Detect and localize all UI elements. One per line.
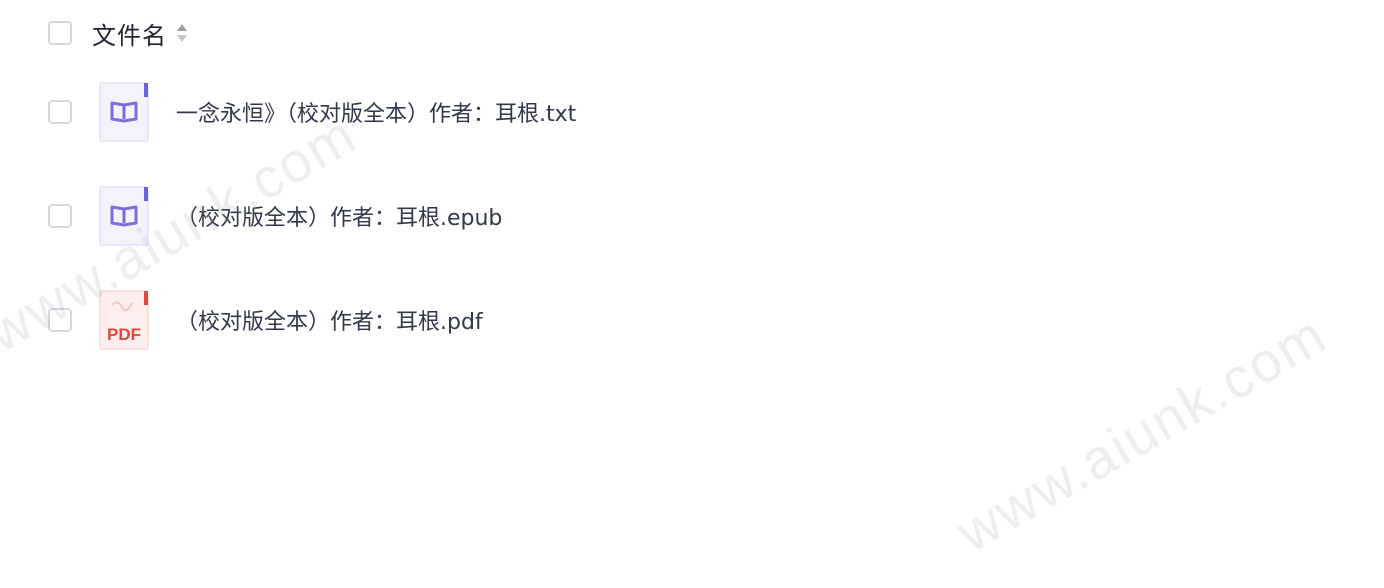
file-name[interactable]: （校对版全本）作者：耳根.pdf bbox=[176, 304, 483, 336]
filename-column-header[interactable]: 文件名 bbox=[92, 16, 167, 51]
file-checkbox[interactable] bbox=[48, 100, 72, 124]
pdf-icon: PDF bbox=[98, 289, 150, 351]
watermark-text: www.aiunk.com bbox=[946, 302, 1337, 565]
select-all-checkbox[interactable] bbox=[48, 21, 72, 45]
book-icon bbox=[98, 185, 150, 247]
file-row[interactable]: 一念永恒》（校对版全本）作者：耳根.txt bbox=[48, 80, 948, 144]
file-name[interactable]: （校对版全本）作者：耳根.epub bbox=[176, 200, 502, 232]
sort-icon[interactable] bbox=[175, 21, 189, 45]
file-row[interactable]: （校对版全本）作者：耳根.epub bbox=[48, 184, 948, 248]
file-list-header: 文件名 bbox=[48, 16, 189, 50]
file-row[interactable]: PDF （校对版全本）作者：耳根.pdf bbox=[48, 288, 948, 352]
file-checkbox[interactable] bbox=[48, 204, 72, 228]
book-icon bbox=[98, 81, 150, 143]
file-name[interactable]: 一念永恒》（校对版全本）作者：耳根.txt bbox=[176, 96, 576, 128]
pdf-icon-label: PDF bbox=[107, 325, 141, 344]
file-checkbox[interactable] bbox=[48, 308, 72, 332]
